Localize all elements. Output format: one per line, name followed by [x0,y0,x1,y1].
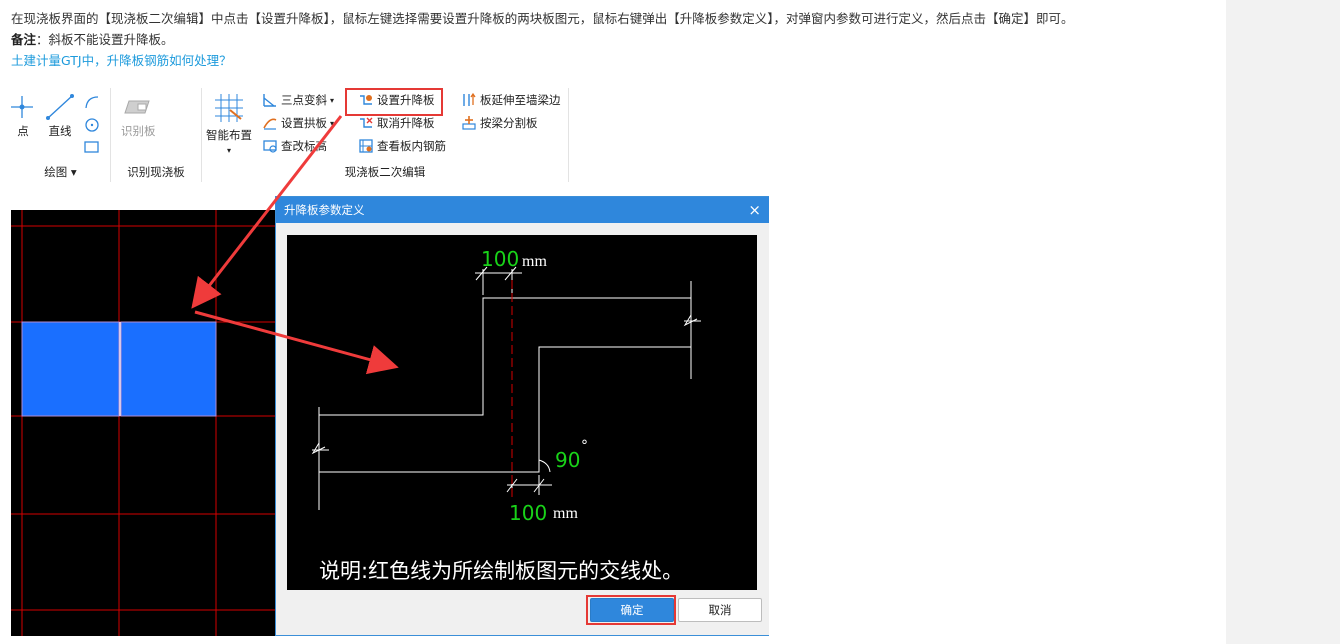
page-gutter [1226,0,1340,644]
instruction-line: 在现浇板界面的【现浇板二次编辑】中点击【设置升降板】，鼠标左键选择需要设置升降板… [11,11,1074,26]
note-text: ：斜板不能设置升降板。 [36,32,174,47]
arrow-to-dialog [194,310,399,375]
related-link[interactable]: 土建计量GTJ中，升降板钢筋如何处理？ [11,53,232,68]
software-screenshot: 点 直线 绘图 ▾ 识别板 识别现浇板 智能布置 ▾ 三点变斜 ▾ 设置拱板 ▾… [11,80,769,636]
article-text: 在现浇板界面的【现浇板二次编辑】中点击【设置升降板】，鼠标左键选择需要设置升降板… [11,8,1221,71]
note-line: 备注：斜板不能设置升降板。 [11,29,1221,50]
note-label: 备注 [11,32,37,47]
annotation-arrows [191,115,399,375]
arrow-to-slabs [191,115,343,309]
